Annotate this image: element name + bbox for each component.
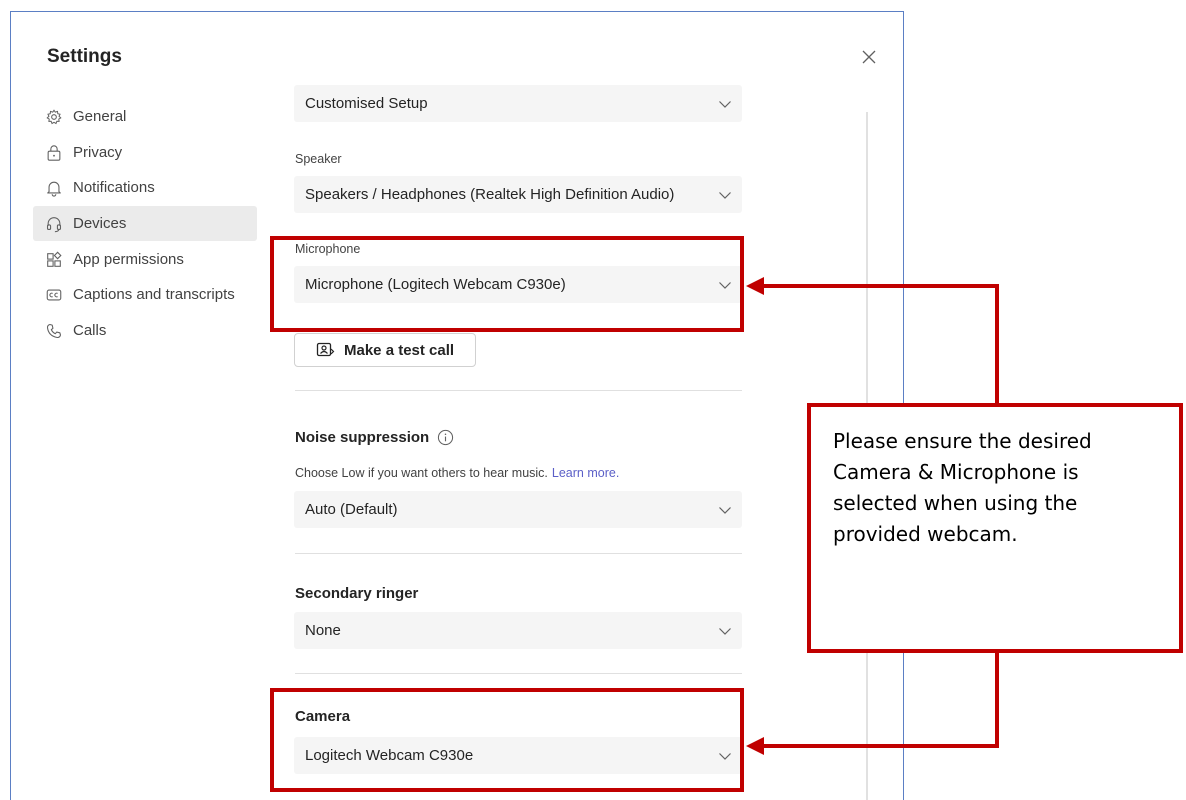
annotation-arrows [746, 277, 999, 755]
annotation-callout: Please ensure the desired Camera & Micro… [807, 403, 1183, 653]
callout-text: Please ensure the desired Camera & Micro… [833, 429, 1092, 546]
